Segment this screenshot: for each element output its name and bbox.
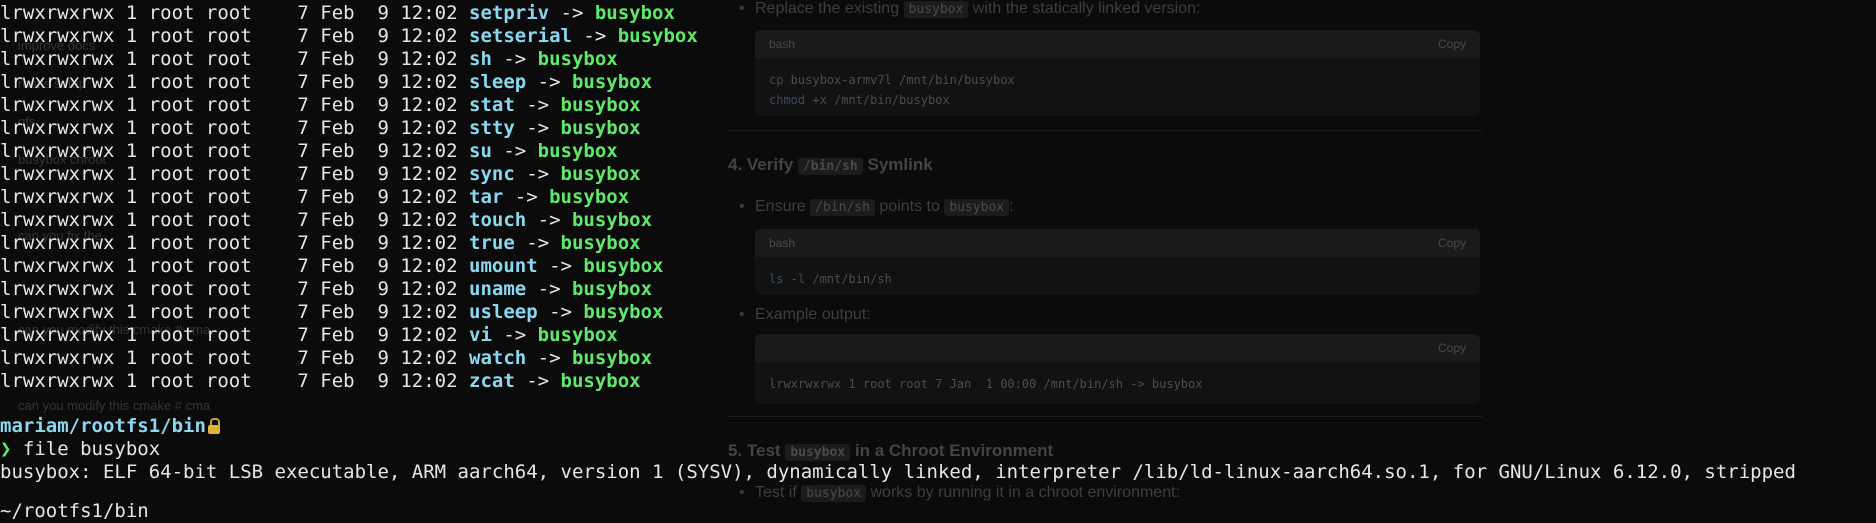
ls-link-name: su [469,140,492,162]
ls-row: lrwxrwxrwx 1 root root 7 Feb 9 12:02 sta… [0,94,641,117]
ls-meta: lrwxrwxrwx 1 root root 7 Feb 9 12:02 [0,117,469,139]
ls-arrow: -> [514,232,561,254]
ls-link-name: zcat [469,370,515,392]
ls-arrow: -> [537,301,584,323]
ls-meta: lrwxrwxrwx 1 root root 7 Feb 9 12:02 [0,232,469,254]
ls-link-target: busybox [594,2,675,24]
file-command-output: busybox: ELF 64-bit LSB executable, ARM … [0,461,1796,483]
ls-arrow: -> [503,186,550,208]
ls-row: lrwxrwxrwx 1 root root 7 Feb 9 12:02 zca… [0,370,641,393]
ls-link-target: busybox [537,324,618,346]
ls-row: lrwxrwxrwx 1 root root 7 Feb 9 12:02 umo… [0,255,663,278]
ls-meta: lrwxrwxrwx 1 root root 7 Feb 9 12:02 [0,347,469,369]
ls-row: lrwxrwxrwx 1 root root 7 Feb 9 12:02 su … [0,140,618,163]
ls-meta: lrwxrwxrwx 1 root root 7 Feb 9 12:02 [0,370,469,392]
command-line[interactable]: ❯ file busybox [0,438,160,461]
ls-meta: lrwxrwxrwx 1 root root 7 Feb 9 12:02 [0,163,469,185]
ls-row: lrwxrwxrwx 1 root root 7 Feb 9 12:02 set… [0,25,698,48]
ls-row: lrwxrwxrwx 1 root root 7 Feb 9 12:02 sh … [0,48,618,71]
ls-meta: lrwxrwxrwx 1 root root 7 Feb 9 12:02 [0,94,469,116]
ls-arrow: -> [526,278,572,300]
ls-link-name: tar [469,186,504,208]
ls-meta: lrwxrwxrwx 1 root root 7 Feb 9 12:02 [0,71,469,93]
ls-meta: lrwxrwxrwx 1 root root 7 Feb 9 12:02 [0,255,469,277]
ls-link-name: vi [469,324,492,346]
command-text: file busybox [11,438,161,460]
ls-meta: lrwxrwxrwx 1 root root 7 Feb 9 12:02 [0,25,469,47]
ls-link-name: sh [469,48,492,70]
ls-link-target: busybox [537,140,618,162]
ls-link-target: busybox [571,71,653,93]
ls-row: lrwxrwxrwx 1 root root 7 Feb 9 12:02 syn… [0,163,641,186]
terminal[interactable]: lrwxrwxrwx 1 root root 7 Feb 9 12:02 set… [0,0,1876,522]
ls-link-name: touch [469,209,527,231]
ls-arrow: -> [549,2,595,24]
ls-row: lrwxrwxrwx 1 root root 7 Feb 9 12:02 tru… [0,232,641,255]
ls-meta: lrwxrwxrwx 1 root root 7 Feb 9 12:02 [0,140,469,162]
ls-arrow: -> [514,117,561,139]
ls-arrow: -> [491,140,538,162]
ls-link-target: busybox [560,163,641,185]
ls-link-target: busybox [571,278,653,300]
ls-link-target: busybox [617,25,698,47]
ls-link-target: busybox [571,347,653,369]
ls-arrow: -> [526,347,572,369]
ls-arrow: -> [526,71,572,93]
ls-arrow: -> [537,255,584,277]
ls-arrow: -> [526,209,572,231]
ls-link-name: stty [469,117,515,139]
ls-link-name: true [469,232,515,254]
ls-link-target: busybox [560,94,641,116]
ls-link-name: sleep [469,71,527,93]
ls-row: lrwxrwxrwx 1 root root 7 Feb 9 12:02 sle… [0,71,652,94]
next-prompt-partial: ~/rootfs1/bin [0,500,149,522]
prompt: mariam/rootfs1/bin [0,415,220,438]
ls-meta: lrwxrwxrwx 1 root root 7 Feb 9 12:02 [0,2,469,24]
ls-arrow: -> [514,94,561,116]
prompt-chevron-icon: ❯ [0,438,12,460]
ls-arrow: -> [491,48,538,70]
ls-link-name: setpriv [469,2,550,24]
ls-row: lrwxrwxrwx 1 root root 7 Feb 9 12:02 tar… [0,186,629,209]
ls-link-target: busybox [560,370,641,392]
ls-link-target: busybox [583,301,664,323]
ls-link-target: busybox [583,255,664,277]
ls-row: lrwxrwxrwx 1 root root 7 Feb 9 12:02 usl… [0,301,663,324]
ls-link-name: usleep [469,301,538,323]
ls-arrow: -> [514,163,561,185]
ls-arrow: -> [491,324,538,346]
ls-row: lrwxrwxrwx 1 root root 7 Feb 9 12:02 tou… [0,209,652,232]
prompt-path: mariam/rootfs1/bin [0,415,206,437]
ls-arrow: -> [514,370,561,392]
ls-link-name: setserial [469,25,572,47]
ls-meta: lrwxrwxrwx 1 root root 7 Feb 9 12:02 [0,324,469,346]
ls-arrow: -> [571,25,618,47]
ls-link-target: busybox [537,48,618,70]
ls-meta: lrwxrwxrwx 1 root root 7 Feb 9 12:02 [0,209,469,231]
ls-link-name: uname [469,278,527,300]
ls-link-name: stat [469,94,515,116]
ls-row: lrwxrwxrwx 1 root root 7 Feb 9 12:02 una… [0,278,652,301]
ls-link-name: watch [469,347,527,369]
ls-meta: lrwxrwxrwx 1 root root 7 Feb 9 12:02 [0,301,469,323]
ls-meta: lrwxrwxrwx 1 root root 7 Feb 9 12:02 [0,48,469,70]
ls-row: lrwxrwxrwx 1 root root 7 Feb 9 12:02 wat… [0,347,652,370]
ls-row: lrwxrwxrwx 1 root root 7 Feb 9 12:02 set… [0,2,675,25]
ls-link-target: busybox [560,117,641,139]
ls-meta: lrwxrwxrwx 1 root root 7 Feb 9 12:02 [0,186,469,208]
ls-link-target: busybox [549,186,630,208]
ls-row: lrwxrwxrwx 1 root root 7 Feb 9 12:02 vi … [0,324,618,347]
ls-link-target: busybox [571,209,653,231]
lock-icon [207,418,220,434]
ls-link-name: umount [469,255,538,277]
ls-link-name: sync [469,163,515,185]
ls-row: lrwxrwxrwx 1 root root 7 Feb 9 12:02 stt… [0,117,641,140]
ls-meta: lrwxrwxrwx 1 root root 7 Feb 9 12:02 [0,278,469,300]
ls-link-target: busybox [560,232,641,254]
